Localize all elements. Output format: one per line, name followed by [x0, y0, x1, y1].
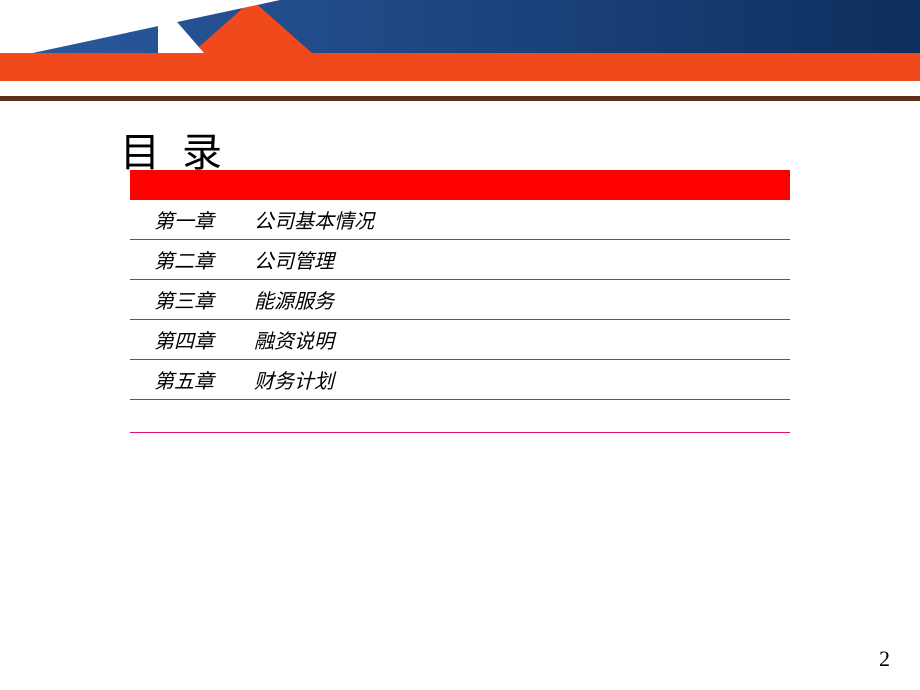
- toc-chapter-label: 第三章: [130, 285, 250, 314]
- toc-chapter-label: 第一章: [130, 205, 250, 234]
- toc-row: 第二章 公司管理: [130, 240, 790, 280]
- page-number: 2: [879, 646, 890, 672]
- white-diagonal-cut: [0, 0, 280, 60]
- toc-row: 第三章 能源服务: [130, 280, 790, 320]
- extra-divider: [130, 432, 790, 433]
- header-banner: [0, 0, 920, 80]
- toc-chapter-desc: 融资说明: [250, 325, 790, 354]
- toc-row: 第四章 融资说明: [130, 320, 790, 360]
- toc-chapter-label: 第五章: [130, 365, 250, 394]
- toc-table: 第一章 公司基本情况 第二章 公司管理 第三章 能源服务 第四章 融资说明 第五…: [130, 200, 790, 400]
- toc-chapter-desc: 公司基本情况: [250, 205, 790, 234]
- toc-chapter-desc: 财务计划: [250, 365, 790, 394]
- toc-chapter-label: 第四章: [130, 325, 250, 354]
- toc-chapter-desc: 公司管理: [250, 245, 790, 274]
- brown-horizontal-rule: [0, 96, 920, 101]
- toc-header-bar: [130, 170, 790, 200]
- toc-chapter-desc: 能源服务: [250, 285, 790, 314]
- toc-row: 第一章 公司基本情况: [130, 200, 790, 240]
- toc-row: 第五章 财务计划: [130, 360, 790, 400]
- white-small-cut: [158, 0, 204, 53]
- orange-band: [0, 53, 920, 81]
- toc-chapter-label: 第二章: [130, 245, 250, 274]
